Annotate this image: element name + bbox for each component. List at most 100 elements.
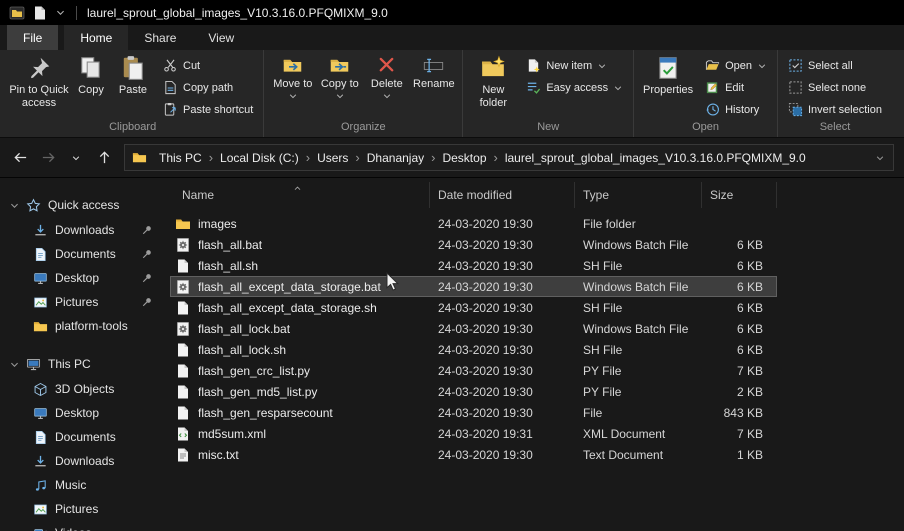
sidebar-section-header[interactable]: This PC: [0, 351, 162, 377]
sidebar-section-header[interactable]: Quick access: [0, 192, 162, 218]
column-header-type[interactable]: Type: [575, 182, 702, 208]
select-all-icon: [788, 58, 803, 73]
pin-icon: [141, 248, 153, 260]
folder-icon: [33, 319, 48, 334]
file-date-modified: 24-03-2020 19:30: [430, 385, 575, 399]
column-header-date-modified[interactable]: Date modified: [430, 182, 575, 208]
sidebar-item-documents[interactable]: Documents: [0, 242, 162, 266]
open-button[interactable]: Open: [700, 55, 772, 76]
breadcrumb[interactable]: This PC›Local Disk (C:)›Users›Dhananjay›…: [124, 144, 894, 171]
3d-objects-icon: [33, 382, 48, 397]
up-button[interactable]: [91, 145, 117, 171]
text-file-icon: [175, 447, 191, 463]
sidebar-item-documents[interactable]: Documents: [0, 425, 162, 449]
breadcrumb-item[interactable]: Local Disk (C:): [213, 151, 306, 165]
open-label: Open: [725, 60, 752, 72]
sidebar-item-videos[interactable]: Videos: [0, 521, 162, 531]
desktop-icon: [33, 271, 48, 286]
sidebar-item-downloads[interactable]: Downloads: [0, 218, 162, 242]
select-none-button[interactable]: Select none: [783, 77, 887, 98]
easy-access-button[interactable]: Easy access: [521, 77, 628, 98]
column-headers: Name Date modified Type Size: [170, 182, 904, 208]
file-row[interactable]: misc.txt 24-03-2020 19:30 Text Document …: [170, 444, 777, 465]
column-header-size[interactable]: Size: [702, 182, 777, 208]
copy-button[interactable]: Copy: [71, 52, 111, 97]
move-to-button[interactable]: Move to: [269, 52, 316, 101]
paste-button[interactable]: Paste: [111, 52, 155, 97]
column-header-type-label: Type: [583, 188, 609, 202]
this-pc-icon: [26, 357, 41, 372]
history-button[interactable]: History: [700, 99, 772, 120]
sidebar-item-desktop[interactable]: Desktop: [0, 401, 162, 425]
select-all-button[interactable]: Select all: [783, 55, 887, 76]
file-row[interactable]: flash_gen_resparsecount 24-03-2020 19:30…: [170, 402, 777, 423]
copy-to-button[interactable]: Copy to: [316, 52, 363, 101]
tab-share[interactable]: Share: [128, 25, 192, 50]
tab-file[interactable]: File: [7, 25, 58, 50]
sidebar-item-downloads[interactable]: Downloads: [0, 449, 162, 473]
downloads-icon: [33, 223, 48, 238]
expand-chevron-icon[interactable]: [9, 200, 20, 211]
rename-button[interactable]: Rename: [410, 52, 457, 90]
copy-path-button[interactable]: Copy path: [158, 77, 258, 98]
file-name: flash_gen_crc_list.py: [198, 364, 310, 378]
copy-path-icon: [163, 80, 178, 95]
copy-label: Copy: [78, 84, 104, 97]
paste-shortcut-button[interactable]: Paste shortcut: [158, 99, 258, 120]
back-button[interactable]: [7, 145, 33, 171]
qat-properties-icon[interactable]: [32, 5, 48, 21]
sidebar-item-3d-objects[interactable]: 3D Objects: [0, 377, 162, 401]
column-header-name[interactable]: Name: [170, 182, 430, 208]
pin-to-quick-access-button[interactable]: Pin to Quick access: [7, 52, 71, 109]
sidebar-item-music[interactable]: Music: [0, 473, 162, 497]
sidebar-item-platform-tools[interactable]: platform-tools: [0, 314, 162, 338]
edit-label: Edit: [725, 82, 744, 94]
chevron-down-icon: [597, 61, 607, 71]
recent-locations-button[interactable]: [63, 145, 89, 171]
expand-chevron-icon[interactable]: [9, 359, 20, 370]
folder-icon: [175, 216, 191, 232]
sidebar-item-pictures[interactable]: Pictures: [0, 497, 162, 521]
file-row[interactable]: flash_all.sh 24-03-2020 19:30 SH File 6 …: [170, 255, 777, 276]
file-row[interactable]: flash_all_lock.bat 24-03-2020 19:30 Wind…: [170, 318, 777, 339]
sidebar-item-desktop[interactable]: Desktop: [0, 266, 162, 290]
file-row[interactable]: md5sum.xml 24-03-2020 19:31 XML Document…: [170, 423, 777, 444]
qat-dropdown-icon[interactable]: [55, 7, 66, 18]
file-type: SH File: [575, 301, 702, 315]
tab-home[interactable]: Home: [64, 25, 128, 50]
easy-access-icon: [526, 80, 541, 95]
breadcrumb-item[interactable]: Users: [310, 151, 355, 165]
breadcrumb-item[interactable]: laurel_sprout_global_images_V10.3.16.0.P…: [498, 151, 813, 165]
delete-icon: [376, 55, 397, 76]
new-item-button[interactable]: New item: [521, 55, 628, 76]
ribbon-group-organize: Move to Copy to Delete Rename: [264, 50, 463, 137]
ribbon: Pin to Quick access Copy Paste Cut: [0, 50, 904, 138]
sidebar-item-pictures[interactable]: Pictures: [0, 290, 162, 314]
forward-button[interactable]: [35, 145, 61, 171]
invert-selection-button[interactable]: Invert selection: [783, 99, 887, 120]
file-row[interactable]: flash_all.bat 24-03-2020 19:30 Windows B…: [170, 234, 777, 255]
breadcrumb-item[interactable]: Desktop: [435, 151, 493, 165]
edit-button[interactable]: Edit: [700, 77, 772, 98]
file-row[interactable]: flash_gen_md5_list.py 24-03-2020 19:30 P…: [170, 381, 777, 402]
file-row[interactable]: images 24-03-2020 19:30 File folder: [170, 213, 777, 234]
cut-button[interactable]: Cut: [158, 55, 258, 76]
file-row[interactable]: flash_gen_crc_list.py 24-03-2020 19:30 P…: [170, 360, 777, 381]
breadcrumb-item[interactable]: Dhananjay: [360, 151, 431, 165]
properties-button[interactable]: Properties: [639, 52, 697, 97]
address-dropdown-icon[interactable]: [871, 149, 889, 167]
delete-button[interactable]: Delete: [363, 52, 410, 101]
file-date-modified: 24-03-2020 19:30: [430, 448, 575, 462]
breadcrumb-item[interactable]: This PC: [152, 151, 209, 165]
file-date-modified: 24-03-2020 19:30: [430, 322, 575, 336]
chevron-down-icon: [382, 91, 392, 101]
file-row[interactable]: flash_all_except_data_storage.sh 24-03-2…: [170, 297, 777, 318]
file-row[interactable]: flash_all_lock.sh 24-03-2020 19:30 SH Fi…: [170, 339, 777, 360]
sidebar-item-label: Pictures: [55, 502, 98, 516]
file-type: SH File: [575, 259, 702, 273]
file-list-pane: Name Date modified Type Size images 24-0…: [162, 178, 904, 531]
file-row[interactable]: flash_all_except_data_storage.bat 24-03-…: [170, 276, 777, 297]
file-size: 1 KB: [702, 448, 777, 462]
tab-view[interactable]: View: [192, 25, 250, 50]
new-folder-button[interactable]: New folder: [468, 52, 518, 109]
